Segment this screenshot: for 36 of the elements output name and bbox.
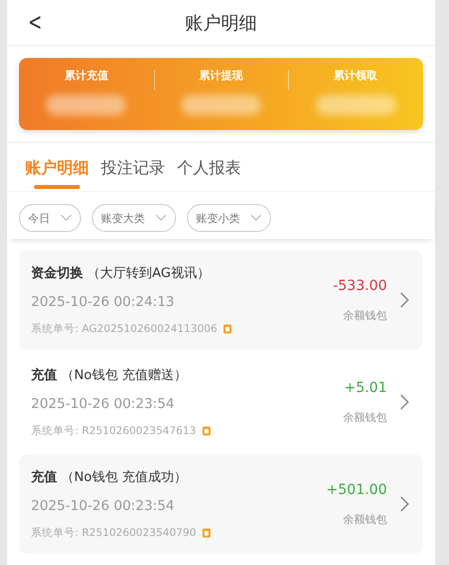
- chevron-right-icon: [399, 496, 409, 512]
- chevron-down-icon: [155, 214, 167, 222]
- filter-dropdown[interactable]: 账变小类: [187, 204, 271, 232]
- copy-icon[interactable]: [202, 528, 212, 538]
- record-title: 资金切换 （大厅转到AG视讯）: [31, 265, 211, 282]
- record-time: 2025-10-26 00:24:13: [31, 294, 176, 310]
- wallet-label: 余额钱包: [343, 512, 387, 526]
- chevron-right-icon: [399, 292, 409, 308]
- record-time: 2025-10-26 00:23:54: [31, 396, 176, 412]
- summary-label: 累计提现: [199, 68, 243, 83]
- copy-icon[interactable]: [202, 426, 212, 436]
- chevron-down-icon: [60, 214, 72, 222]
- filter-dropdown[interactable]: 今日: [19, 204, 81, 232]
- page-title: 账户明细: [185, 12, 257, 34]
- record-title: 充值 （No钱包 充值赠送）: [31, 366, 188, 384]
- order-number: 系统单号: R2510260023547613: [31, 424, 196, 438]
- filter-dropdown[interactable]: 账变大类: [92, 204, 176, 232]
- order-number: 系统单号: AG202510260024113006: [31, 322, 218, 336]
- amount: +5.01: [344, 380, 387, 396]
- order-number: 系统单号: R2510260023540790: [31, 526, 196, 540]
- record-card[interactable]: 资金切换 （大厅转到AG视讯） 2025-10-26 00:24:13 系统单号: AG202510260024113006 -533.00 余额钱包: [19, 250, 423, 350]
- tab[interactable]: 个人报表: [171, 158, 247, 191]
- tab[interactable]: 投注记录: [95, 158, 171, 191]
- chevron-right-icon: [399, 394, 409, 410]
- record-title: 充值 （No钱包 充值成功）: [31, 468, 188, 486]
- summary-label: 累计领取: [334, 68, 378, 83]
- copy-icon[interactable]: [223, 324, 232, 334]
- record-card[interactable]: 充值 （No钱包 充值成功） 2025-10-26 00:23:54 系统单号: R2510260023540790 +501.00 余额钱包: [19, 454, 423, 554]
- wallet-label: 余额钱包: [343, 410, 387, 424]
- amount: +501.00: [326, 482, 387, 498]
- chevron-down-icon: [250, 214, 262, 222]
- summary-label: 累计充值: [64, 68, 108, 83]
- wallet-label: 余额钱包: [343, 308, 387, 322]
- back-button[interactable]: <: [24, 6, 46, 38]
- amount: -533.00: [332, 278, 387, 294]
- record-time: 2025-10-26 00:23:54: [31, 498, 176, 514]
